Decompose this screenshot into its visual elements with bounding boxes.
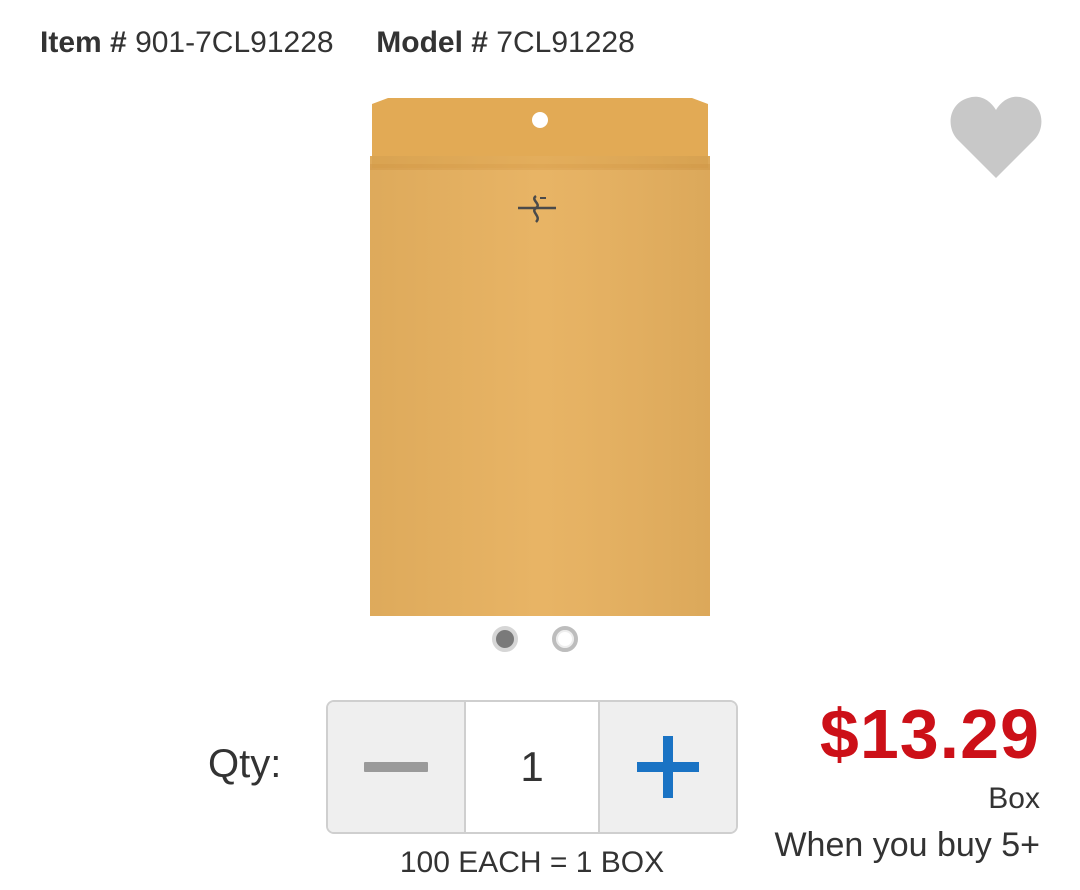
plus-icon: [637, 736, 699, 798]
clasp-envelope-image: [370, 98, 710, 616]
decrement-button[interactable]: [328, 702, 466, 832]
image-carousel-dots: [492, 626, 578, 652]
item-number-label: Item #: [40, 26, 127, 59]
model-number: 7CL91228: [496, 26, 635, 59]
carousel-dot-2[interactable]: [552, 626, 578, 652]
heart-icon: [950, 96, 1042, 178]
product-image[interactable]: [370, 98, 710, 616]
wishlist-heart-icon[interactable]: [948, 94, 1044, 182]
item-number: 901-7CL91228: [135, 26, 334, 59]
quantity-tier-note: When you buy 5+: [774, 826, 1040, 864]
product-detail-page: Item # 901-7CL91228 Model # 7CL91228 Qty…: [0, 0, 1080, 890]
minus-icon: [364, 762, 428, 772]
item-model-header: Item # 901-7CL91228 Model # 7CL91228: [40, 26, 635, 60]
model-number-label: Model #: [376, 26, 488, 59]
qty-label: Qty:: [208, 742, 282, 786]
increment-button[interactable]: [598, 702, 736, 832]
price-unit: Box: [988, 782, 1040, 815]
carousel-dot-1[interactable]: [492, 626, 518, 652]
pack-size-note: 100 EACH = 1 BOX: [399, 846, 665, 879]
quantity-stepper: 1: [326, 700, 738, 834]
price: $13.29: [819, 695, 1040, 773]
quantity-value[interactable]: 1: [466, 702, 598, 832]
